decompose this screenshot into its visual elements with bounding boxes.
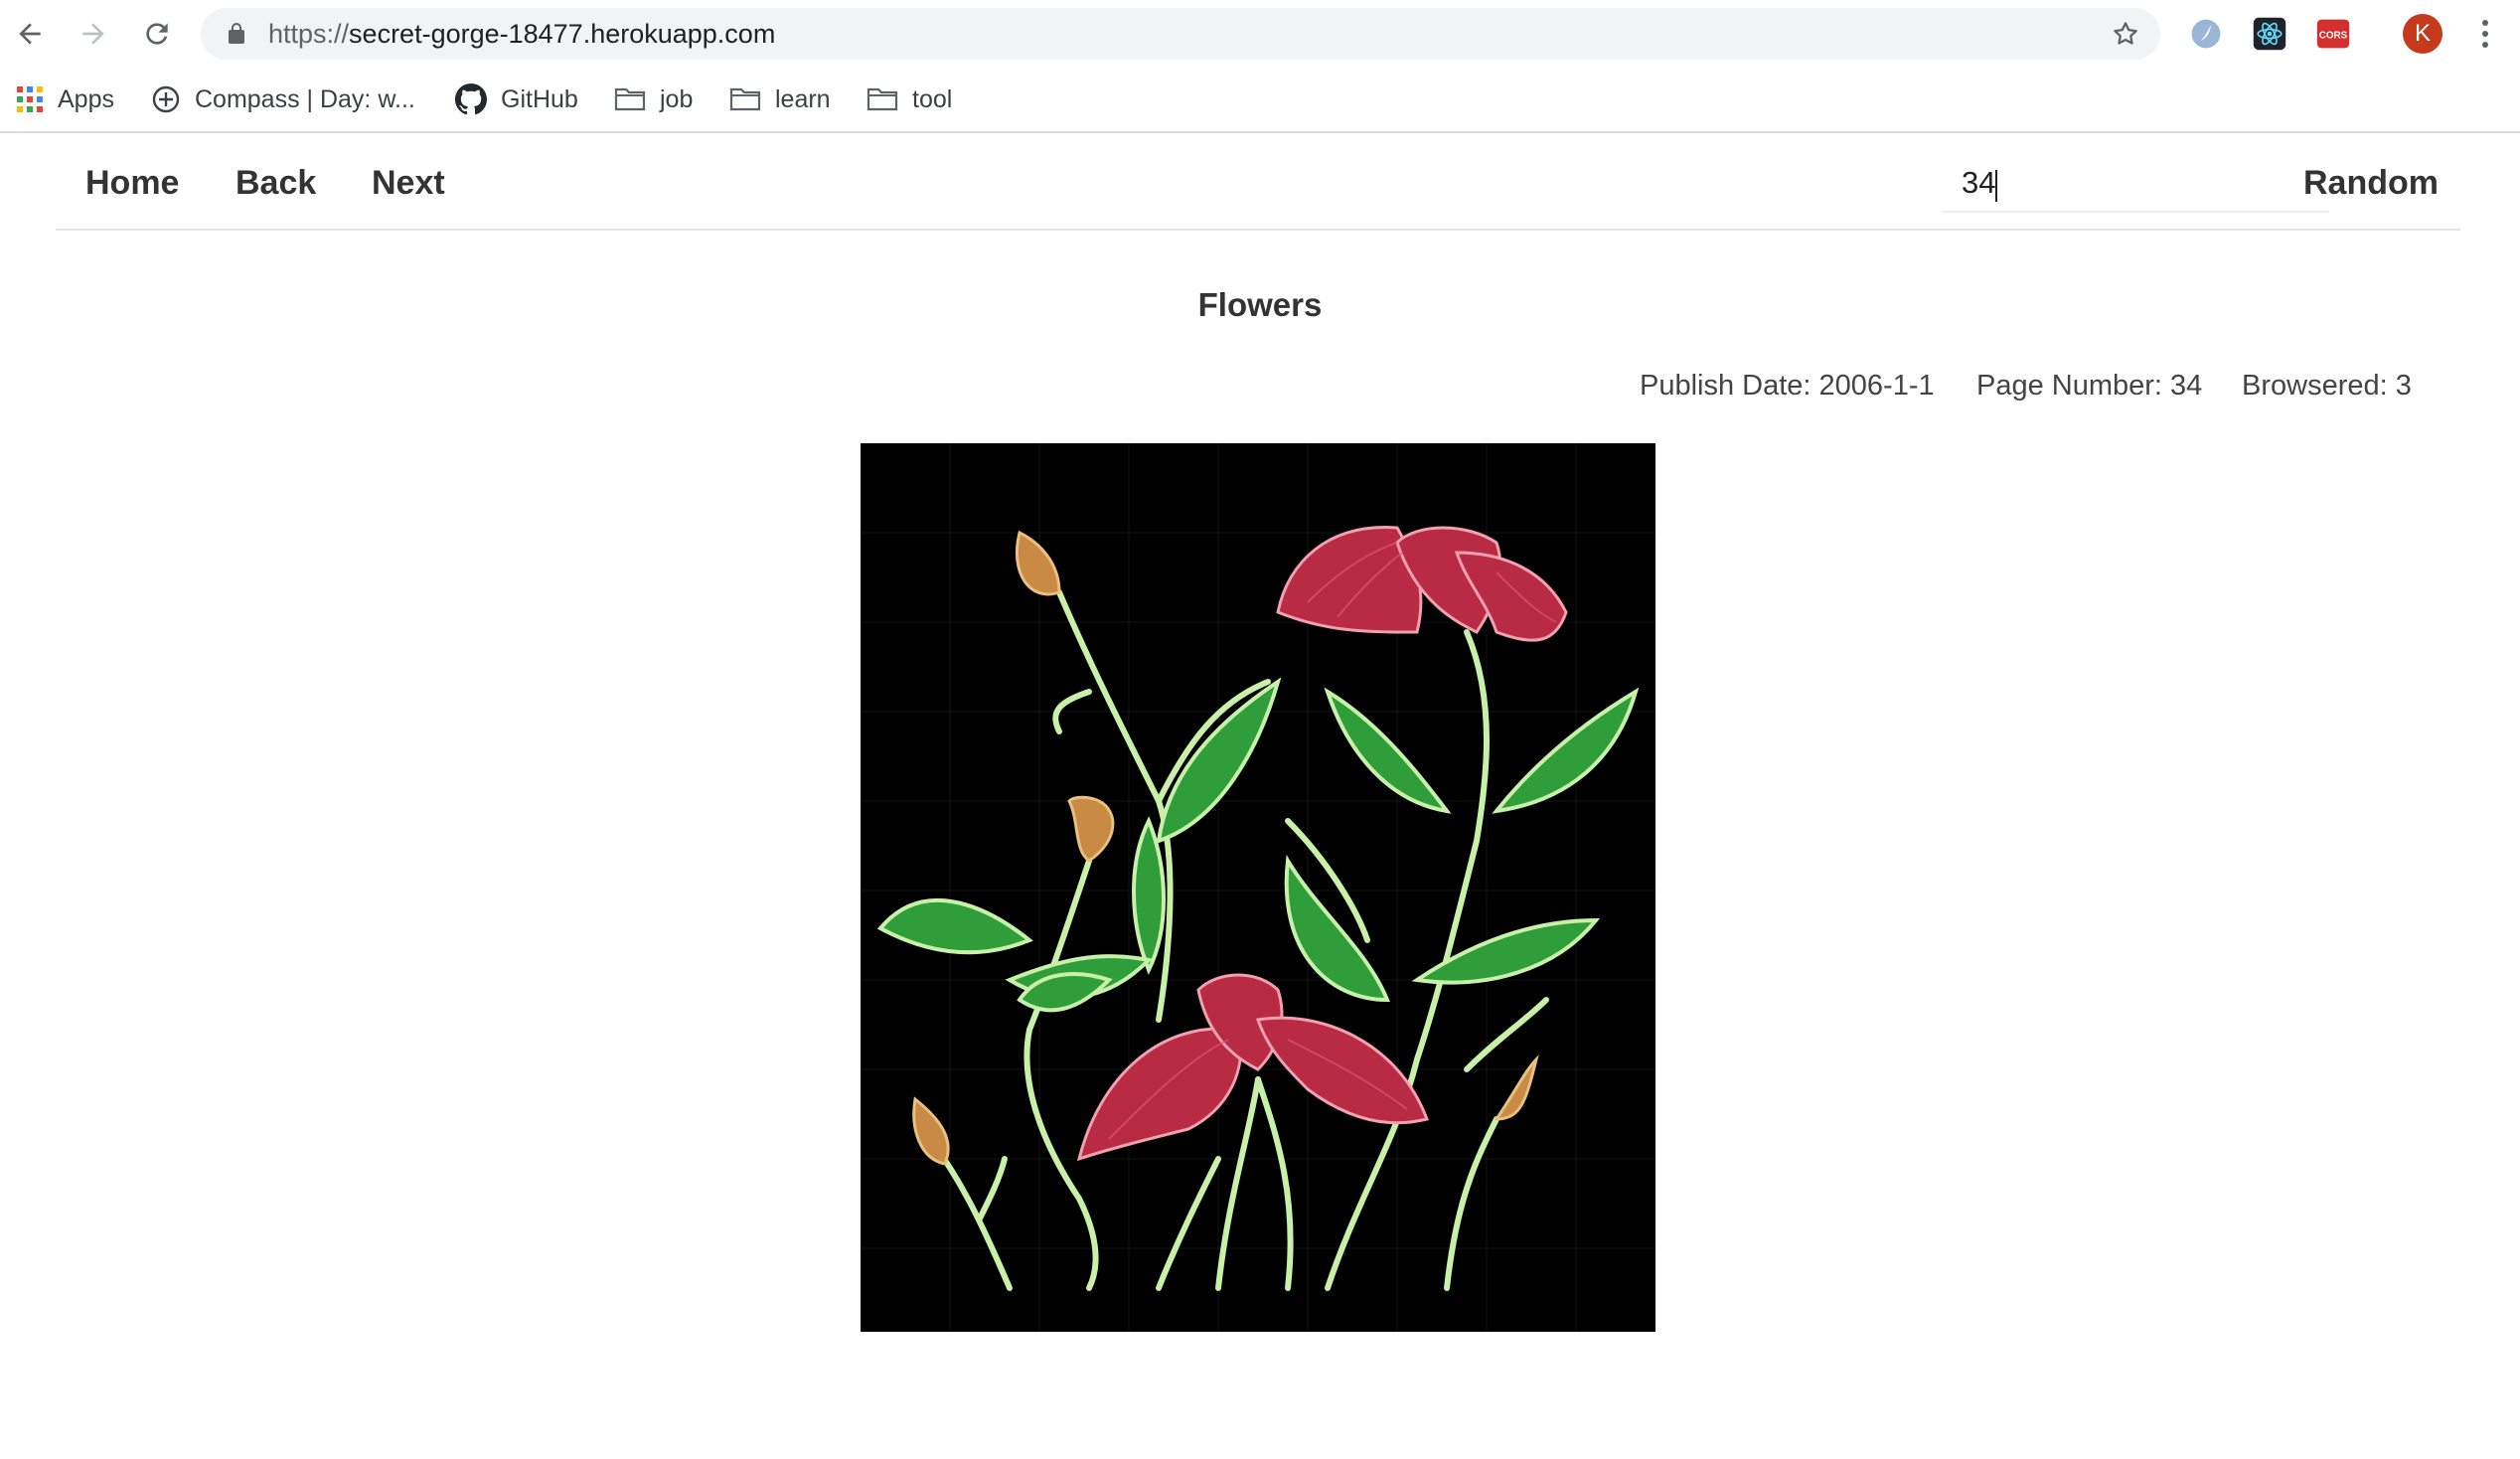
forward-arrow-icon[interactable] <box>72 12 115 56</box>
profile-avatar[interactable]: K <box>2403 14 2442 54</box>
bookmarks-bar: Apps Compass | Day: w... GitHub job lear… <box>0 68 2520 133</box>
bookmark-folder-learn[interactable]: learn <box>729 68 831 131</box>
bookmark-tool-label: tool <box>912 84 953 113</box>
bookmark-folder-job[interactable]: job <box>614 68 693 131</box>
bookmark-folder-tool[interactable]: tool <box>866 68 952 131</box>
bookmark-compass[interactable]: Compass | Day: w... <box>151 68 415 131</box>
github-icon <box>455 83 487 115</box>
bookmark-github[interactable]: GitHub <box>455 68 578 131</box>
url-scheme: https:// <box>268 19 350 49</box>
flowers-artwork-image <box>861 443 1655 1332</box>
browser-menu-icon[interactable] <box>2470 14 2500 54</box>
browser-toolbar: https://secret-gorge-18477.herokuapp.com… <box>0 0 2520 68</box>
theme-ext-icon[interactable] <box>2186 14 2226 54</box>
text-caret <box>1995 170 1997 202</box>
url-text: https://secret-gorge-18477.herokuapp.com <box>268 8 775 60</box>
react-devtools-icon[interactable] <box>2250 14 2289 54</box>
random-link[interactable]: Random <box>2303 135 2439 231</box>
publish-date: Publish Date: 2006-1-1 <box>1640 370 1935 402</box>
lock-icon <box>229 23 244 44</box>
reload-icon[interactable] <box>135 12 179 56</box>
bookmark-star-icon[interactable] <box>2111 19 2140 49</box>
bookmark-apps[interactable]: Apps <box>16 68 114 131</box>
browse-count: Browsered: 3 <box>2242 370 2412 402</box>
cors-label: CORS <box>2319 31 2348 42</box>
page-number: Page Number: 34 <box>1976 370 2203 402</box>
apps-grid-icon <box>17 86 43 112</box>
bookmark-job-label: job <box>660 84 694 113</box>
home-link[interactable]: Home <box>85 135 179 231</box>
bookmark-github-label: GitHub <box>501 84 578 113</box>
bookmark-apps-label: Apps <box>58 84 114 113</box>
address-bar[interactable]: https://secret-gorge-18477.herokuapp.com <box>201 8 2160 60</box>
folder-icon <box>614 87 646 111</box>
back-link[interactable]: Back <box>236 135 316 231</box>
back-arrow-icon[interactable] <box>8 12 52 56</box>
page-number-input[interactable] <box>1942 155 2329 213</box>
article-title: Flowers <box>1197 286 1323 323</box>
compass-icon <box>152 85 180 113</box>
folder-icon <box>729 87 761 111</box>
bookmark-learn-label: learn <box>775 84 831 113</box>
next-link[interactable]: Next <box>372 135 445 231</box>
url-host: secret-gorge-18477.herokuapp.com <box>349 19 776 49</box>
folder-icon <box>866 87 898 111</box>
cors-icon[interactable]: CORS <box>2313 14 2353 54</box>
bookmark-compass-label: Compass | Day: w... <box>195 84 415 113</box>
page-nav-bar: Home Back Next Random <box>56 135 2460 231</box>
